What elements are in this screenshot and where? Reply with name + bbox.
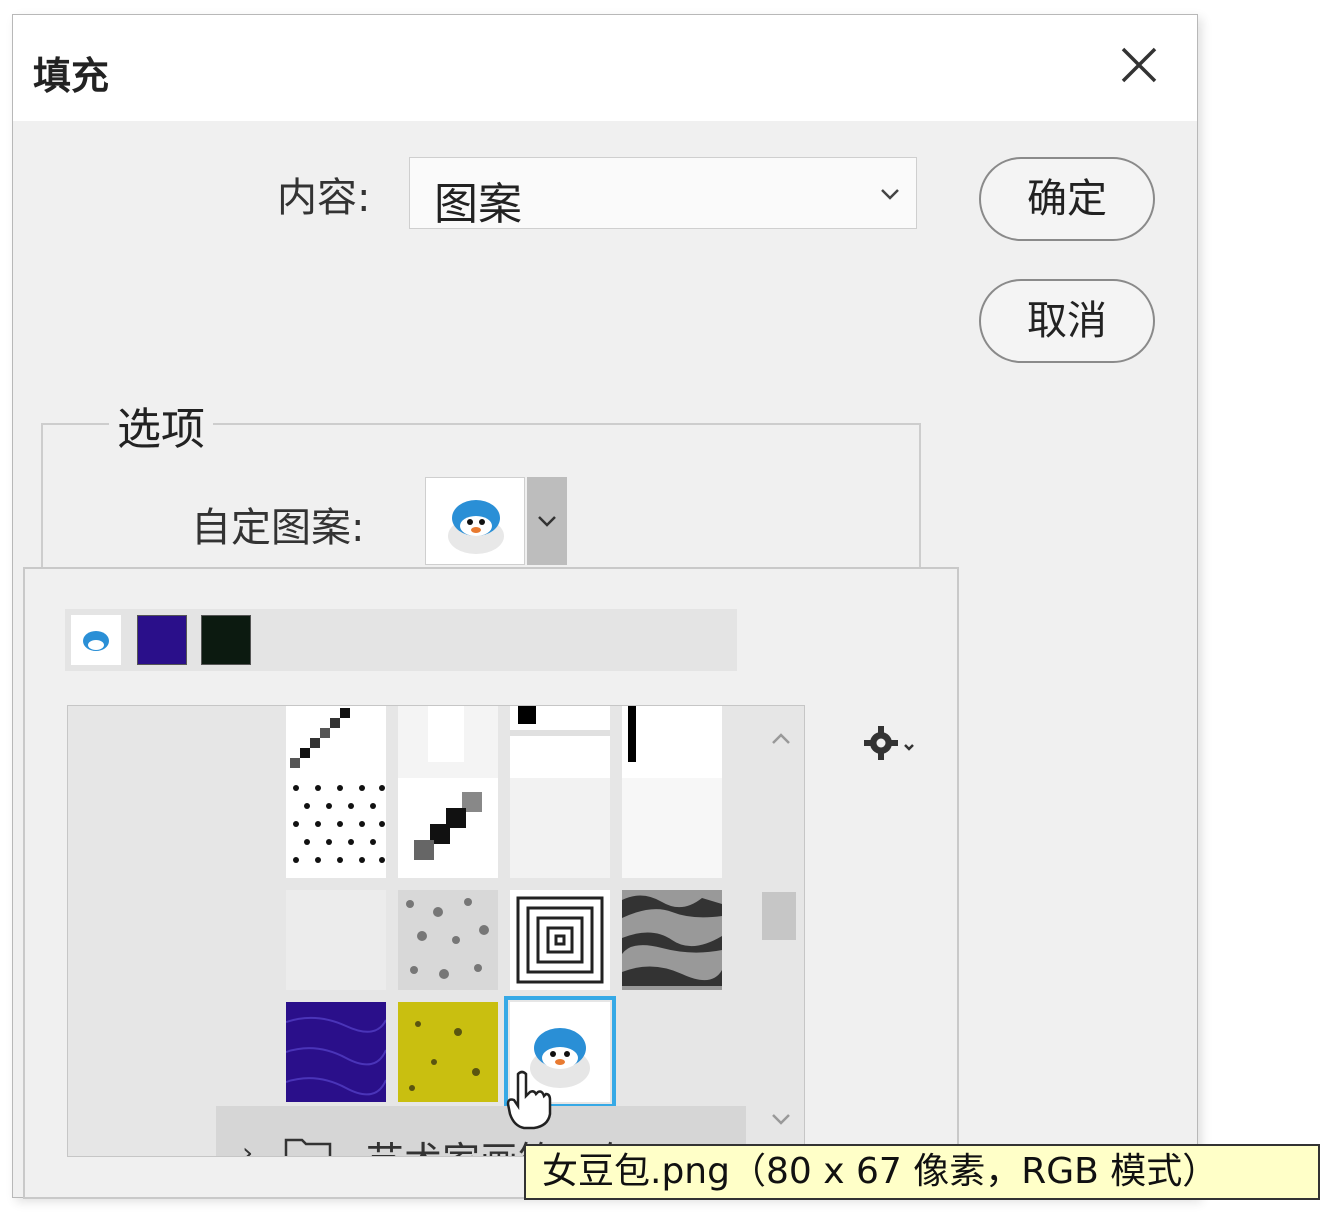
recent-patterns-bar (65, 609, 737, 671)
pattern-picker: › 艺术家画笔画布 (23, 567, 959, 1199)
options-legend: 选项 (109, 393, 213, 457)
pattern-thumb-diagonal-large[interactable] (398, 778, 498, 878)
pattern-thumb-purple-texture[interactable] (286, 1002, 386, 1102)
pattern-thumb-speckle[interactable] (398, 890, 498, 990)
ok-button[interactable]: 确定 (979, 157, 1155, 241)
close-icon[interactable] (1115, 41, 1163, 89)
gear-icon[interactable] (861, 723, 921, 763)
pattern-thumb-dots[interactable] (286, 778, 386, 878)
scrollbar-thumb[interactable] (762, 892, 796, 940)
pattern-thumb-concentric-squares[interactable] (510, 890, 610, 990)
custom-pattern-label: 自定图案: (191, 505, 365, 551)
pattern-thumb-light-noise[interactable] (510, 778, 610, 878)
pattern-tooltip: 女豆包.png（80 x 67 像素，RGB 模式） (524, 1144, 1320, 1200)
pattern-thumb-paper[interactable] (286, 890, 386, 990)
hand-cursor-icon (504, 1070, 552, 1130)
recent-pattern-purple[interactable] (137, 615, 187, 665)
pattern-thumb-yellow-texture[interactable] (398, 1002, 498, 1102)
content-select[interactable]: 图案 (409, 157, 917, 230)
expand-arrow-icon: › (242, 1136, 254, 1157)
pattern-thumb-camouflage[interactable] (622, 890, 722, 990)
dialog-title: 填充 (33, 54, 110, 98)
recent-pattern-mascot[interactable] (71, 615, 121, 665)
chevron-down-icon (874, 178, 906, 210)
custom-pattern-preview[interactable] (425, 477, 525, 565)
title-bar: 填充 (13, 15, 1197, 121)
scroll-down-chevron-icon[interactable] (768, 1106, 794, 1132)
pattern-thumb-blank[interactable] (622, 778, 722, 878)
content-label: 内容: (277, 175, 371, 221)
recent-pattern-dark-green[interactable] (201, 615, 251, 665)
scroll-up-chevron-icon[interactable] (768, 726, 794, 752)
pattern-dropdown-button[interactable] (527, 477, 567, 565)
pattern-grid: › 艺术家画笔画布 (67, 705, 805, 1157)
cancel-button[interactable]: 取消 (979, 279, 1155, 363)
fill-dialog: 填充 内容: 图案 确定 取消 选项 自定图案: › (12, 14, 1198, 1199)
content-select-value: 图案 (434, 179, 522, 230)
folder-icon (284, 1134, 332, 1156)
